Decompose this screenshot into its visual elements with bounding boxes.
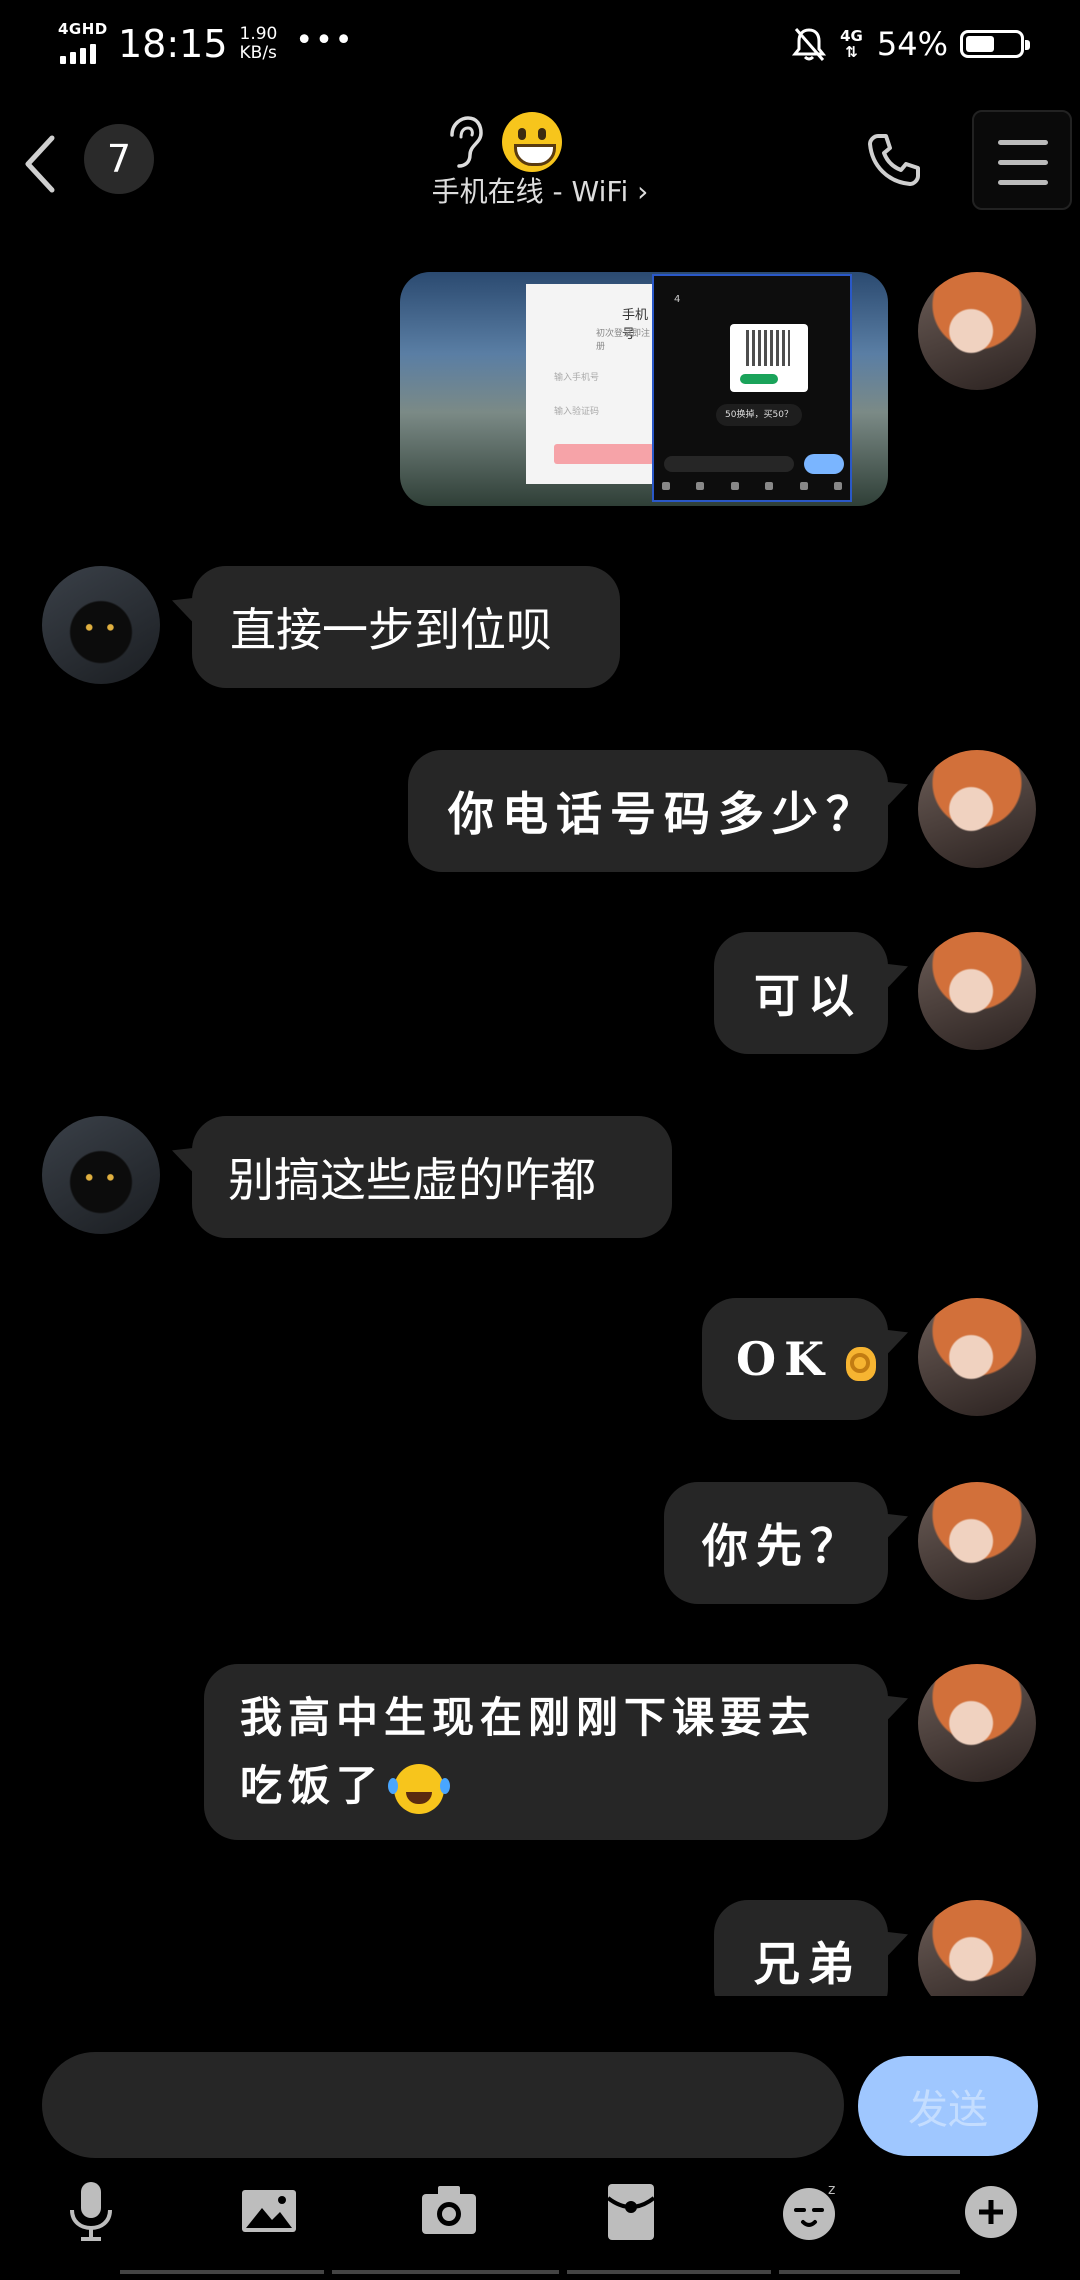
message-bubble[interactable]: 你先？ (664, 1482, 888, 1604)
network-speed-unit: KB/s (239, 43, 277, 63)
battery-icon (960, 30, 1030, 58)
battery-fill (966, 36, 994, 52)
grinning-face-icon[interactable] (502, 112, 562, 172)
image-phone-placeholder: 输入手机号 (554, 373, 600, 383)
my-avatar[interactable] (918, 750, 1036, 868)
mobile-data-indicator: 4G ⇅ (840, 28, 863, 60)
network-speed: 1.90 KB/s (240, 25, 278, 63)
message-text: 兄弟 (754, 1937, 862, 1991)
message-clip-area: 兄弟 (0, 1900, 1080, 1996)
message-input[interactable] (42, 2052, 844, 2158)
ok-hand-emoji-icon (840, 1335, 884, 1383)
message-text-line-2: 吃饭了 (240, 1752, 858, 1820)
image-icon[interactable] (234, 2176, 304, 2246)
camera-icon[interactable] (414, 2176, 484, 2246)
image-dialog-subtitle: 初次登录即注册 (596, 329, 651, 352)
my-avatar[interactable] (918, 1900, 1036, 1996)
image-input (664, 456, 794, 472)
message-bubble[interactable]: 别搞这些虚的咋都 (192, 1116, 672, 1238)
message-bubble[interactable]: OK (702, 1298, 888, 1420)
my-avatar[interactable] (918, 1298, 1036, 1416)
image-qr-code (730, 324, 808, 392)
send-button[interactable]: 发送 (858, 2056, 1038, 2156)
image-chat-preview: 4 50换掉，买50？ (652, 274, 852, 502)
image-toolbar (662, 482, 842, 492)
message-text: 你先？ (702, 1519, 864, 1573)
menu-button[interactable] (972, 110, 1072, 210)
title-icons (444, 112, 562, 172)
more-notifications-icon: ••• (295, 22, 355, 58)
status-right: 4G ⇅ 54% (792, 20, 1030, 68)
network-speed-value: 1.90 (239, 24, 278, 44)
microphone-icon[interactable] (56, 2176, 126, 2246)
input-toolbar: z (0, 2176, 1080, 2266)
chat-header: 7 手机在线 - WiFi › (0, 86, 1080, 236)
status-left: 4GHD 18:15 1.90 KB/s ••• (58, 18, 354, 70)
message-text: 别搞这些虚的咋都 (228, 1153, 596, 1207)
tears-of-joy-emoji-icon (388, 1764, 445, 1814)
red-packet-icon[interactable] (596, 2176, 666, 2246)
my-avatar[interactable] (918, 1664, 1036, 1782)
my-avatar[interactable] (918, 932, 1036, 1050)
image-send (804, 454, 844, 474)
signal-icon: 4GHD (58, 20, 107, 66)
message-text-line-1: 我高中生现在刚刚下课要去 (240, 1693, 817, 1742)
message-bubble[interactable]: 兄弟 (714, 1900, 888, 1996)
image-code-placeholder: 输入验证码 (554, 407, 600, 417)
emoji-icon[interactable]: z (776, 2176, 846, 2246)
message-text: OK (736, 1332, 833, 1386)
svg-text:z: z (828, 2182, 835, 2198)
message-bubble[interactable]: 我高中生现在刚刚下课要去 吃饭了 (204, 1664, 888, 1840)
message-text: 你电话号码多少？ (448, 787, 880, 841)
message-text: 可以 (754, 969, 862, 1023)
ear-icon[interactable] (444, 115, 484, 169)
image-dialog-preview: 手机号 初次登录即注册 输入手机号 输入验证码 (526, 284, 656, 484)
data-arrows-icon: ⇅ (845, 43, 858, 61)
plus-icon[interactable] (956, 2176, 1026, 2246)
mobile-data-label: 4G (840, 27, 863, 45)
clock: 18:15 (118, 22, 228, 66)
message-bubble[interactable]: 直接一步到位呗 (192, 566, 620, 688)
image-login-button (554, 444, 654, 464)
my-avatar[interactable] (918, 272, 1036, 390)
message-text-line-2-text: 吃饭了 (240, 1761, 385, 1810)
my-avatar[interactable] (918, 1482, 1036, 1600)
contact-avatar[interactable] (42, 1116, 160, 1234)
panel-indicator (120, 2270, 960, 2274)
status-bar: 4GHD 18:15 1.90 KB/s ••• 4G ⇅ 54% (0, 0, 1080, 86)
contact-avatar[interactable] (42, 566, 160, 684)
message-bubble[interactable]: 你电话号码多少？ (408, 750, 888, 872)
image-message[interactable]: 手机号 初次登录即注册 输入手机号 输入验证码 4 50换掉，买50？ (400, 272, 888, 506)
mute-bell-icon (792, 28, 827, 61)
network-type-label: 4GHD (58, 20, 108, 38)
image-badge: 4 (674, 294, 681, 305)
image-bubble: 50换掉，买50？ (716, 404, 802, 426)
message-bubble[interactable]: 可以 (714, 932, 888, 1054)
chat-screen: 4GHD 18:15 1.90 KB/s ••• 4G ⇅ 54% 7 手机在线… (0, 0, 1080, 2280)
message-text: 直接一步到位呗 (230, 603, 552, 657)
phone-call-icon[interactable] (864, 130, 924, 190)
battery-percent: 54% (876, 25, 948, 63)
